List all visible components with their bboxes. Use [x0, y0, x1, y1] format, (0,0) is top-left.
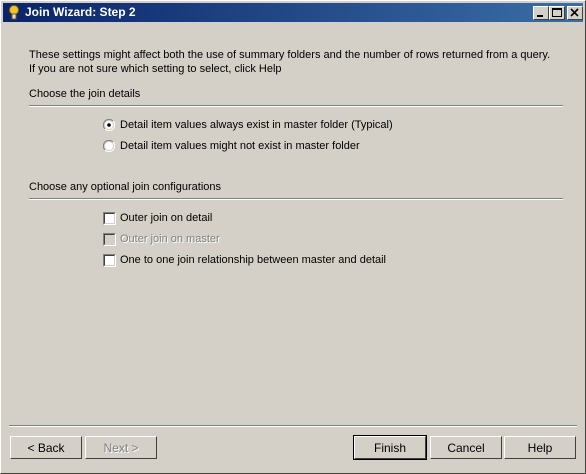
divider-join-details	[29, 105, 563, 107]
close-icon	[570, 8, 579, 17]
join-wizard-dialog: Join Wizard: Step 2 These settings might…	[0, 0, 586, 474]
checkbox-outer-join-master-label: Outer join on master	[120, 233, 220, 245]
next-button: Next >	[85, 436, 157, 459]
divider-buttons	[9, 425, 577, 427]
title-bar[interactable]: Join Wizard: Step 2	[3, 3, 583, 22]
back-button[interactable]: < Back	[10, 436, 82, 459]
wizard-app-icon	[9, 5, 19, 20]
intro-line-2: If you are not sure which setting to sel…	[29, 63, 282, 75]
maximize-button[interactable]	[549, 6, 565, 20]
close-button[interactable]	[567, 6, 583, 20]
radio-always-exist-label[interactable]: Detail item values always exist in maste…	[120, 119, 393, 131]
checkbox-outer-join-detail-label[interactable]: Outer join on detail	[120, 212, 212, 224]
minimize-icon	[537, 15, 543, 17]
radio-always-exist[interactable]	[103, 119, 115, 131]
divider-optional	[29, 198, 563, 200]
intro-line-1: These settings might affect both the use…	[29, 49, 551, 61]
checkbox-one-to-one[interactable]	[103, 254, 116, 267]
wizard-body: These settings might affect both the use…	[1, 23, 585, 473]
checkbox-outer-join-master	[103, 233, 116, 246]
minimize-button[interactable]	[533, 6, 549, 20]
checkbox-outer-join-detail[interactable]	[103, 212, 116, 225]
checkbox-one-to-one-label[interactable]: One to one join relationship between mas…	[120, 254, 386, 266]
join-details-heading: Choose the join details	[29, 88, 141, 100]
radio-might-not-exist[interactable]	[103, 140, 115, 152]
radio-might-not-exist-label[interactable]: Detail item values might not exist in ma…	[120, 140, 360, 152]
cancel-button[interactable]: Cancel	[430, 436, 502, 459]
optional-heading: Choose any optional join configurations	[29, 181, 222, 193]
window-title: Join Wizard: Step 2	[25, 5, 136, 19]
finish-button[interactable]: Finish	[353, 435, 427, 460]
help-button[interactable]: Help	[504, 436, 576, 459]
maximize-icon	[552, 8, 562, 17]
